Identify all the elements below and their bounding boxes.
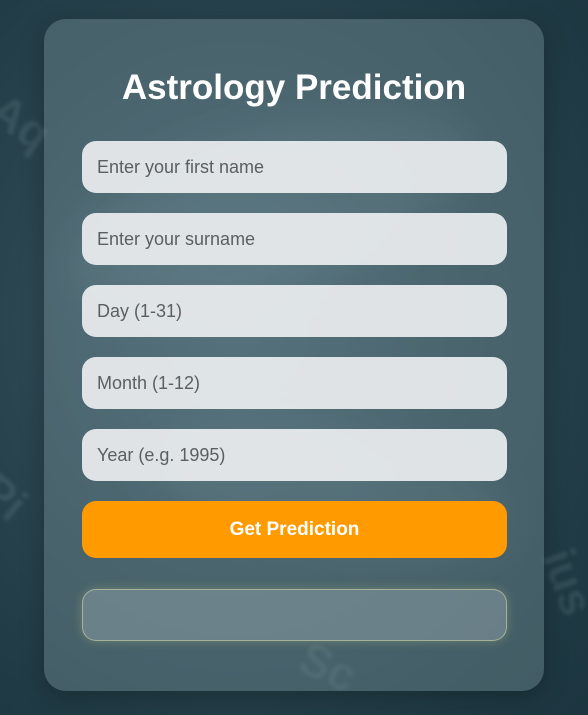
prediction-result-box xyxy=(82,589,507,641)
year-input[interactable] xyxy=(82,429,507,481)
page-title: Astrology Prediction xyxy=(121,68,467,107)
day-input[interactable] xyxy=(82,285,507,337)
first-name-input[interactable] xyxy=(82,141,507,193)
prediction-card: Astrology Prediction Get Prediction xyxy=(44,19,544,691)
month-input[interactable] xyxy=(82,357,507,409)
get-prediction-button[interactable]: Get Prediction xyxy=(82,501,507,558)
surname-input[interactable] xyxy=(82,213,507,265)
